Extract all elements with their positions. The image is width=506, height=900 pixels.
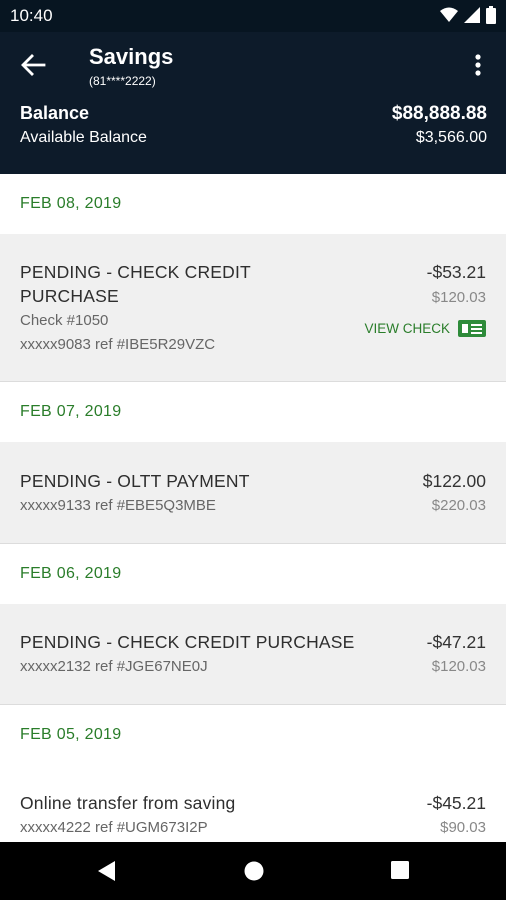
more-vert-icon [475,54,481,76]
balance-label: Balance [20,103,90,123]
transaction-amount: -$47.21 [426,632,486,652]
back-button[interactable] [20,52,50,78]
date-label: FEB 07, 2019 [20,403,122,420]
wifi-icon [440,7,458,22]
available-balance-label: Available Balance [20,129,147,146]
nav-back-button[interactable] [95,859,119,883]
transaction-row[interactable]: PENDING - CHECK CREDIT PURCHASE xxxxx213… [0,604,506,705]
transaction-description: PENDING - CHECK CREDIT PURCHASE [20,632,355,652]
transaction-amount: -$53.21 [426,262,486,282]
nav-recents-button[interactable] [389,859,413,883]
date-header: FEB 06, 2019 [0,544,506,604]
view-check-button[interactable]: VIEW CHECK [364,320,486,337]
transaction-row[interactable]: Online transfer from saving xxxxx4222 re… [0,765,506,842]
date-header: FEB 05, 2019 [0,705,506,765]
nav-home-button[interactable] [242,859,266,883]
status-icons [440,5,496,25]
transaction-description-cont: PURCHASE [20,286,119,306]
date-header: FEB 07, 2019 [0,382,506,442]
running-balance: $120.03 [431,289,486,306]
account-number: (81****2222) [89,74,156,88]
transaction-row[interactable]: PENDING - OLTT PAYMENT xxxxx9133 ref #EB… [0,442,506,544]
check-number: Check #1050 [20,312,109,329]
balance-value: $88,888.88 [391,103,487,124]
page-title: Savings [89,44,174,69]
transaction-amount: -$45.21 [426,793,486,813]
view-check-label: VIEW CHECK [364,321,450,336]
more-options-button[interactable] [466,50,490,80]
running-balance: $120.03 [431,658,486,675]
status-time: 10:40 [10,6,53,25]
system-nav-bar [0,842,506,900]
date-header: FEB 08, 2019 [0,174,506,234]
running-balance: $220.03 [431,497,486,514]
signal-icon [464,7,480,23]
circle-home-icon [244,861,264,881]
transaction-description: Online transfer from saving [20,793,236,813]
transaction-amount: $122.00 [422,471,486,491]
battery-icon [486,6,496,24]
transaction-description: PENDING - OLTT PAYMENT [20,471,250,491]
date-label: FEB 08, 2019 [20,195,122,212]
transaction-ref: xxxxx9133 ref #EBE5Q3MBE [20,497,216,514]
triangle-back-icon [98,861,115,881]
check-image-icon [458,320,486,337]
date-label: FEB 05, 2019 [20,726,122,743]
available-balance-value: $3,566.00 [415,129,487,146]
transaction-list[interactable]: FEB 08, 2019 PENDING - CHECK CREDIT PURC… [0,174,506,842]
transaction-row[interactable]: PENDING - CHECK CREDIT PURCHASE Check #1… [0,234,506,382]
running-balance: $90.03 [440,819,486,836]
square-recents-icon [391,861,409,879]
transaction-ref: xxxxx2132 ref #JGE67NE0J [20,658,208,675]
transaction-description: PENDING - CHECK CREDIT [20,262,251,282]
transaction-ref: xxxxx9083 ref #IBE5R29VZC [20,336,216,353]
status-bar: 10:40 [0,0,506,32]
account-header: Savings (81****2222) Balance $88,888.88 … [0,32,506,174]
transaction-ref: xxxxx4222 ref #UGM673I2P [20,819,208,836]
date-label: FEB 06, 2019 [20,565,122,582]
arrow-left-icon [21,54,46,76]
